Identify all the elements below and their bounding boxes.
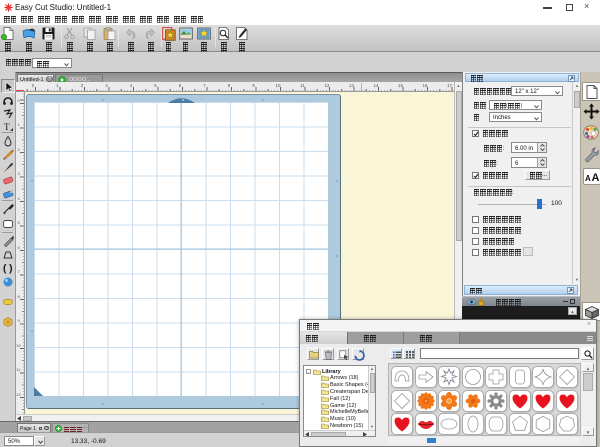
- svg-text:A: A: [592, 172, 600, 183]
- svg-text:( ): ( ): [3, 264, 12, 275]
- svg-text:A: A: [585, 174, 591, 183]
- svg-text:T: T: [4, 122, 10, 132]
